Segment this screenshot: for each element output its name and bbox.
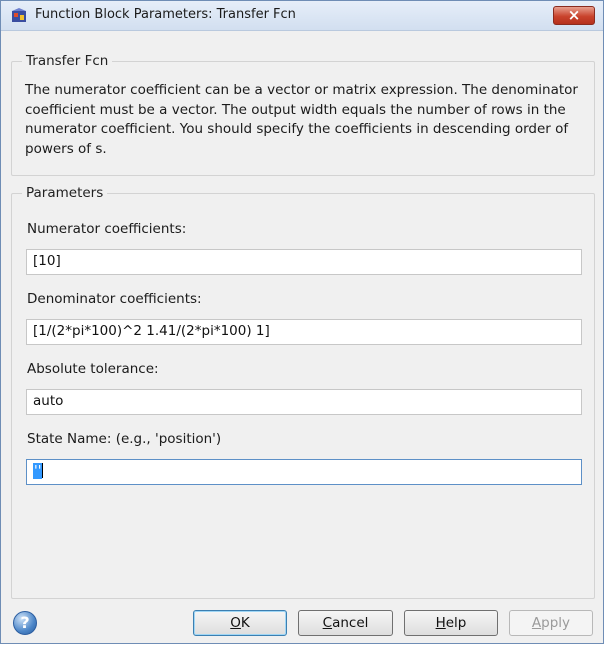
state-name-field[interactable]: '' (26, 459, 582, 485)
state-name-selection: '' (33, 463, 43, 479)
simulink-block-icon (12, 8, 26, 22)
abs-tolerance-label: Absolute tolerance: (27, 361, 159, 377)
state-name-label: State Name: (e.g., 'position') (27, 431, 222, 447)
numerator-label: Numerator coefficients: (27, 221, 187, 237)
help-button[interactable]: Help (404, 610, 498, 636)
window-title: Function Block Parameters: Transfer Fcn (35, 7, 296, 22)
apply-button[interactable]: Apply (509, 610, 593, 636)
parameters-group-title: Parameters (22, 185, 108, 201)
ok-button[interactable]: OK (193, 610, 287, 636)
help-icon-glyph: ? (20, 613, 30, 632)
numerator-field[interactable]: [10] (26, 249, 582, 275)
cancel-button[interactable]: Cancel (298, 610, 393, 636)
help-mnemonic: H (435, 615, 446, 631)
cancel-label: ancel (332, 615, 369, 631)
ok-mnemonic: O (230, 615, 241, 631)
ok-label: K (240, 615, 250, 631)
help-label: elp (445, 615, 467, 631)
close-icon: × (567, 6, 581, 24)
help-icon[interactable]: ? (13, 611, 37, 635)
denominator-field[interactable]: [1/(2*pi*100)^2 1.41/(2*pi*100) 1] (26, 319, 582, 345)
denominator-label: Denominator coefficients: (27, 291, 202, 307)
title-bar[interactable]: Function Block Parameters: Transfer Fcn … (1, 1, 603, 31)
cancel-mnemonic: C (322, 615, 333, 631)
block-description: The numerator coefficient can be a vecto… (25, 82, 578, 157)
close-button[interactable]: × (553, 6, 595, 25)
apply-label: pply (541, 615, 571, 631)
dialog-window: Function Block Parameters: Transfer Fcn … (0, 0, 604, 644)
abs-tolerance-field[interactable]: auto (26, 389, 582, 415)
text-caret (42, 463, 44, 478)
block-group-title: Transfer Fcn (22, 53, 113, 69)
apply-mnemonic: A (531, 615, 542, 631)
